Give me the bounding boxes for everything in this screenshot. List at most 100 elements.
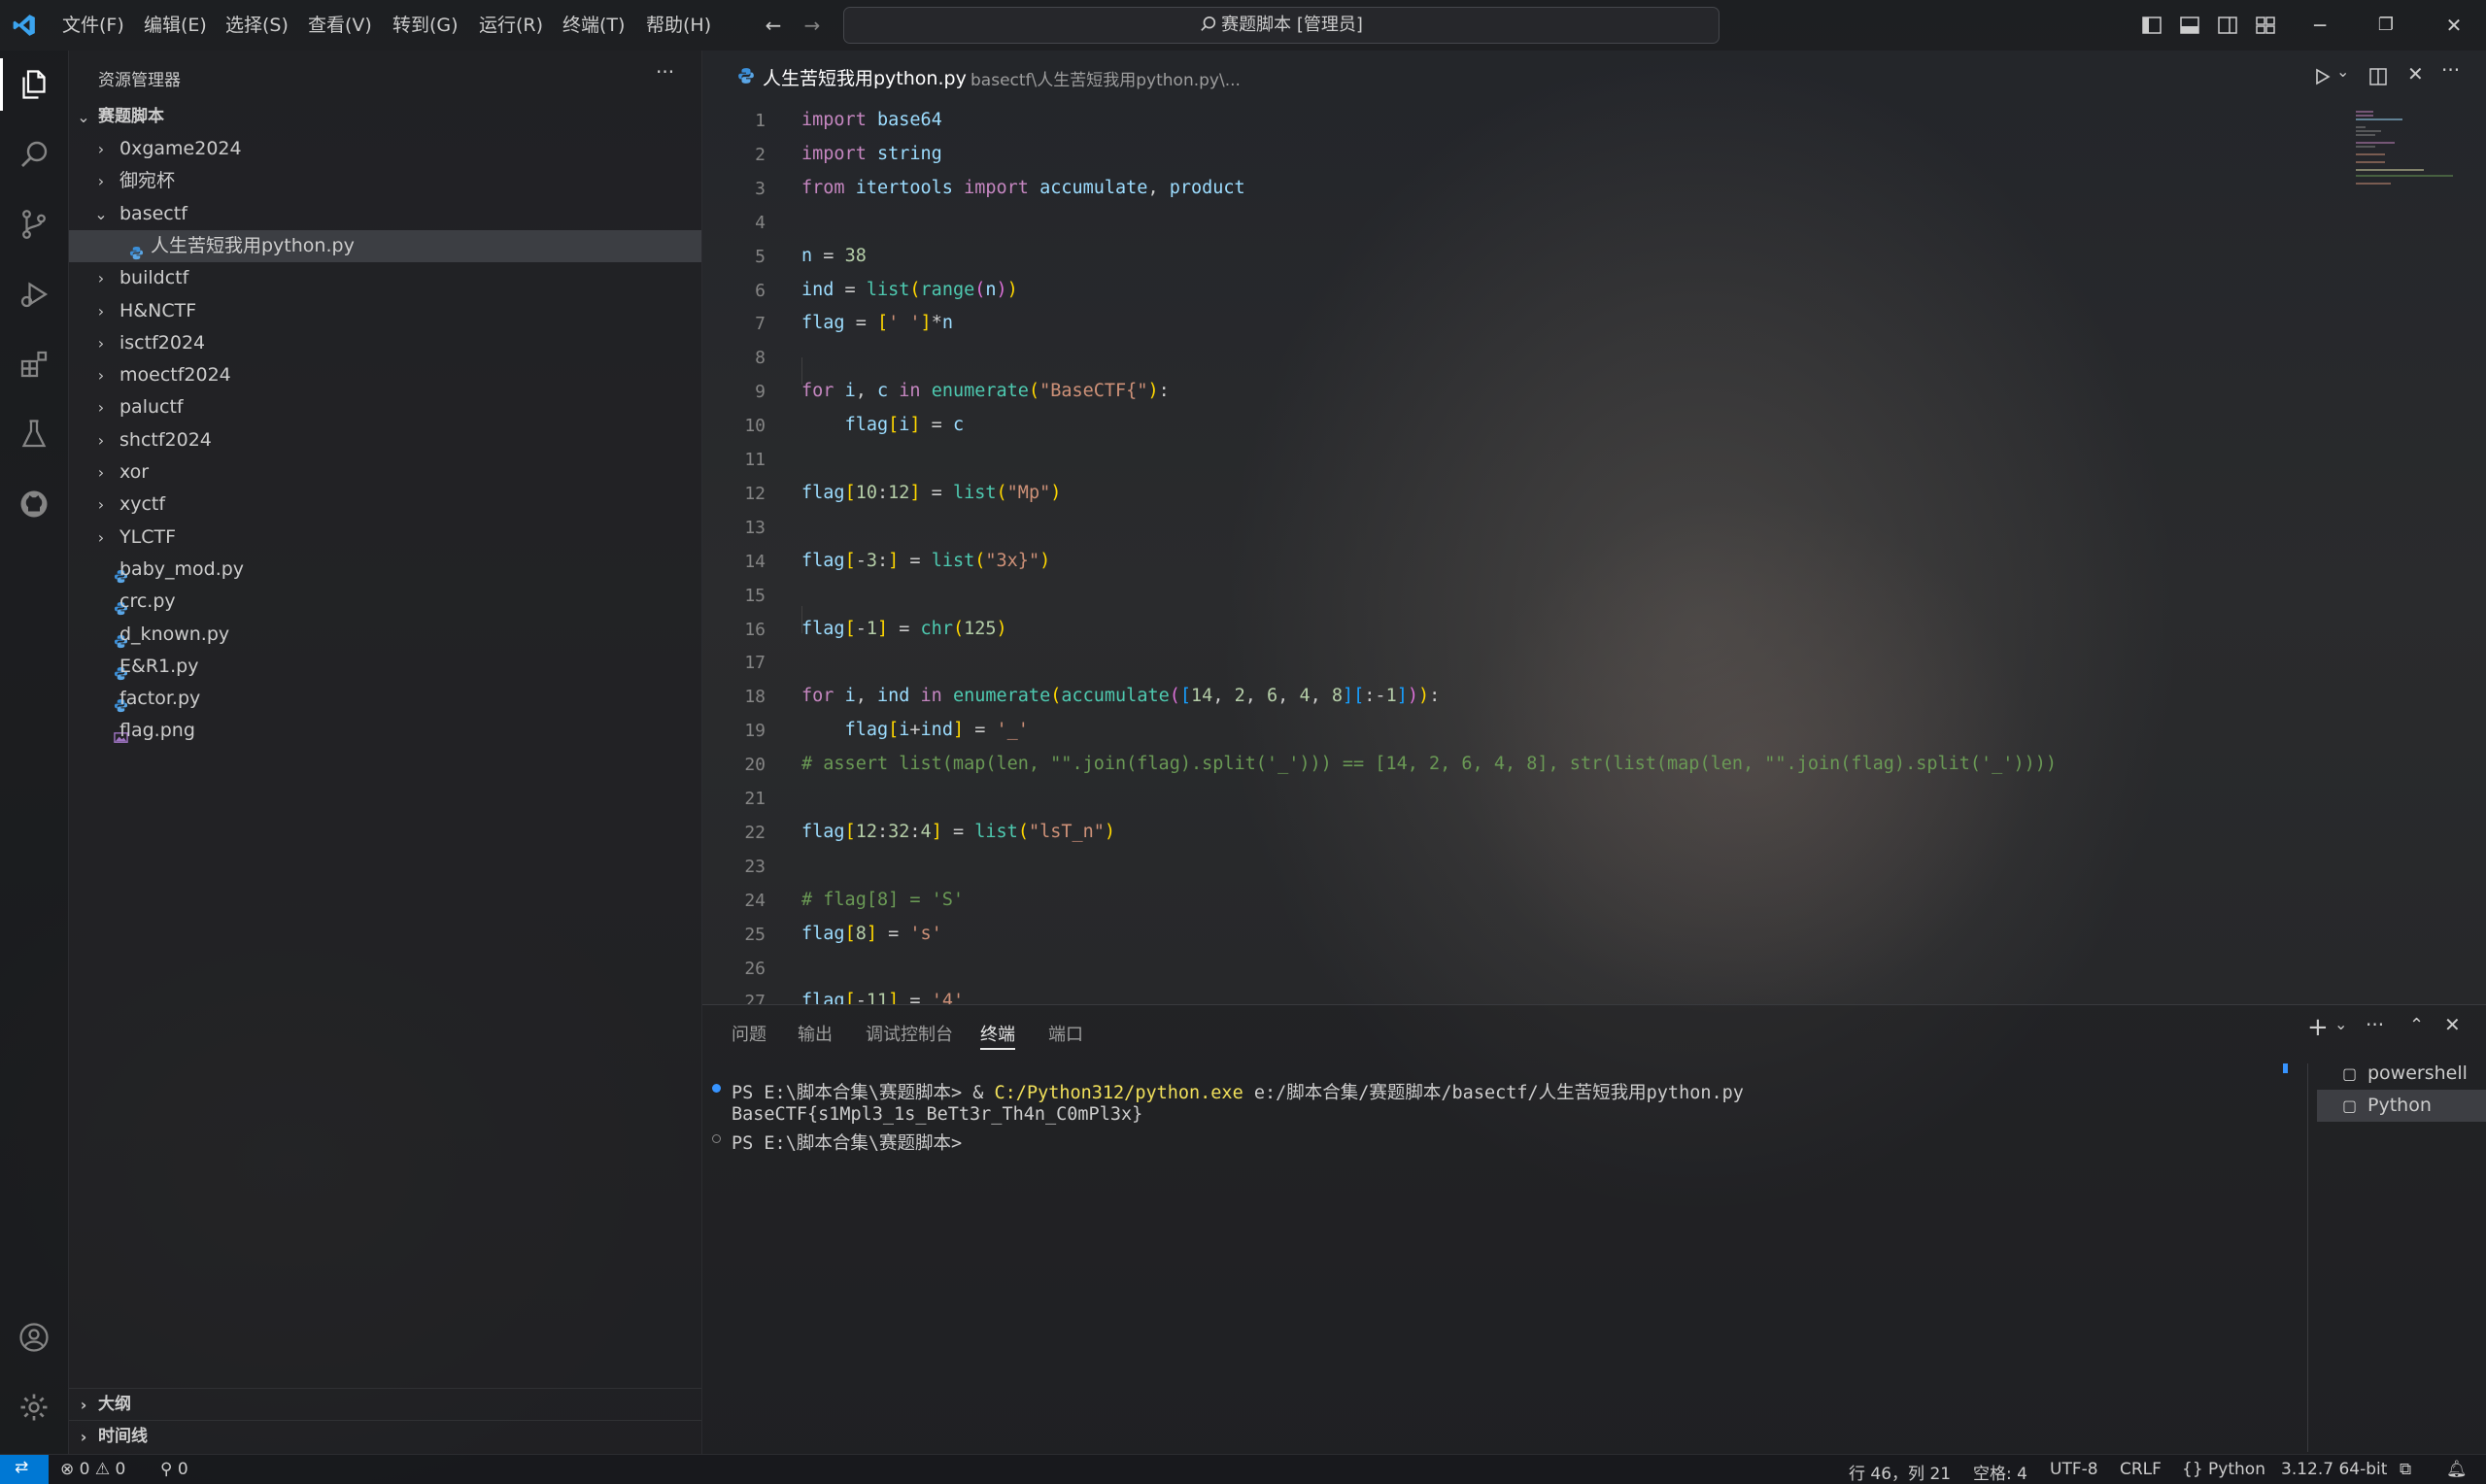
breadcrumb[interactable]: basectf\人生苦短我用python.py\... bbox=[971, 66, 1241, 90]
ports-indicator[interactable]: ⚲ 0 bbox=[160, 1460, 188, 1479]
python-interpreter[interactable]: 3.12.7 64-bit bbox=[2281, 1460, 2387, 1479]
tab-terminal[interactable]: 终端 bbox=[980, 1021, 1015, 1050]
tree-item-label: basectf bbox=[119, 202, 187, 224]
explorer-title: 资源管理器 bbox=[98, 71, 181, 90]
tree-folder[interactable]: › shctf2024 bbox=[69, 424, 701, 456]
remote-indicator[interactable]: ⇄ bbox=[0, 1455, 49, 1484]
chevron-right-icon: › bbox=[97, 366, 105, 386]
braces-icon: {} bbox=[2182, 1460, 2203, 1479]
menu-file[interactable]: 文件(F) bbox=[62, 12, 124, 39]
copilot-icon[interactable]: ⧉ bbox=[2400, 1460, 2411, 1479]
menu-selection[interactable]: 选择(S) bbox=[225, 12, 289, 39]
more-actions-icon[interactable]: ··· bbox=[656, 60, 674, 84]
close-tab-icon[interactable]: ✕ bbox=[2407, 62, 2424, 85]
toggle-secondary-sidebar-icon[interactable] bbox=[2217, 15, 2238, 36]
menu-go[interactable]: 转到(G) bbox=[392, 12, 459, 39]
run-dropdown-icon[interactable]: ⌄ bbox=[2336, 62, 2349, 81]
command-center-search[interactable]: 赛题脚本 [管理员] bbox=[843, 7, 1720, 44]
tree-file[interactable]: 人生苦短我用python.py bbox=[69, 229, 701, 262]
tree-folder[interactable]: › xyctf bbox=[69, 489, 701, 521]
outline-label: 大纲 bbox=[98, 1395, 131, 1414]
toggle-panel-icon[interactable] bbox=[2179, 15, 2200, 36]
github-activity[interactable] bbox=[0, 470, 68, 538]
encoding[interactable]: UTF-8 bbox=[2050, 1460, 2098, 1479]
forward-arrow-icon[interactable]: → bbox=[799, 12, 826, 39]
line-number: 8 bbox=[755, 348, 766, 369]
line-number: 6 bbox=[755, 280, 766, 301]
panel-more-icon[interactable]: ··· bbox=[2366, 1013, 2384, 1036]
menu-run[interactable]: 运行(R) bbox=[479, 12, 543, 39]
menu-edit[interactable]: 编辑(E) bbox=[144, 12, 207, 39]
tree-file[interactable]: flag.png bbox=[69, 715, 701, 747]
tree-folder[interactable]: › 御宛杯 bbox=[69, 165, 701, 197]
back-arrow-icon[interactable]: ← bbox=[760, 12, 787, 39]
code-editor[interactable]: 1 2 3 4 5 6 7 8 9 10 11 12 13 14 15 16 17 18 19 20 21 22 23 24 2… bbox=[702, 103, 2486, 1004]
menu-help[interactable]: 帮助(H) bbox=[646, 12, 711, 39]
timeline-section[interactable]: › 时间线 bbox=[69, 1420, 701, 1453]
tree-folder[interactable]: ⌄ basectf bbox=[69, 198, 701, 230]
tree-folder[interactable]: › YLCTF bbox=[69, 522, 701, 554]
maximize-panel-icon[interactable]: ⌃ bbox=[2409, 1015, 2424, 1035]
terminal-line-prompt[interactable]: PS E:\脚本合集\赛题脚本> bbox=[732, 1130, 972, 1155]
source-control-activity[interactable] bbox=[0, 190, 68, 258]
terminal-item-python[interactable]: ▢ Python bbox=[2317, 1090, 2486, 1122]
tab-ports[interactable]: 端口 bbox=[1048, 1021, 1083, 1046]
extensions-activity[interactable] bbox=[0, 330, 68, 398]
tree-item-label: xyctf bbox=[119, 493, 166, 516]
editor-more-icon[interactable]: ··· bbox=[2441, 58, 2460, 82]
tree-file[interactable]: baby_mod.py bbox=[69, 554, 701, 586]
new-terminal-icon[interactable]: + bbox=[2307, 1013, 2329, 1042]
tree-file[interactable]: d_known.py bbox=[69, 619, 701, 651]
code-line: ind = list(range(n)) bbox=[801, 279, 1018, 300]
close-window-icon[interactable]: ✕ bbox=[2440, 12, 2468, 39]
split-editor-icon[interactable] bbox=[2367, 66, 2389, 87]
tree-folder[interactable]: › paluctf bbox=[69, 391, 701, 423]
indentation[interactable]: 空格: 4 bbox=[1973, 1460, 2027, 1484]
tree-folder[interactable]: › moectf2024 bbox=[69, 359, 701, 391]
line-ending[interactable]: CRLF bbox=[2120, 1460, 2162, 1479]
line-number: 4 bbox=[755, 212, 766, 233]
tree-file[interactable]: crc.py bbox=[69, 586, 701, 618]
run-python-icon[interactable] bbox=[2311, 66, 2333, 87]
search-activity[interactable] bbox=[0, 120, 68, 188]
tab-output[interactable]: 输出 bbox=[798, 1021, 833, 1046]
tab-active-file[interactable]: 人生苦短我用python.py bbox=[763, 64, 967, 90]
minimize-icon[interactable]: ─ bbox=[2306, 12, 2333, 39]
tree-file[interactable]: E&R1.py bbox=[69, 651, 701, 683]
close-panel-icon[interactable]: ✕ bbox=[2444, 1013, 2461, 1036]
tab-problems[interactable]: 问题 bbox=[732, 1021, 766, 1046]
tree-folder[interactable]: › H&NCTF bbox=[69, 295, 701, 327]
activity-bar bbox=[0, 51, 69, 1454]
testing-activity[interactable] bbox=[0, 400, 68, 468]
terminal-python-exe: C:/Python312/python.exe bbox=[994, 1083, 1243, 1103]
tab-debug-console[interactable]: 调试控制台 bbox=[866, 1021, 953, 1046]
accounts-activity[interactable] bbox=[0, 1303, 68, 1371]
workspace-root[interactable]: ⌄ 赛题脚本 bbox=[69, 101, 701, 133]
line-number: 3 bbox=[755, 178, 766, 199]
command-center-label: 赛题脚本 [管理员] bbox=[1221, 15, 1363, 35]
tree-folder[interactable]: › 0xgame2024 bbox=[69, 133, 701, 165]
terminal-dropdown-icon[interactable]: ⌄ bbox=[2334, 1015, 2347, 1033]
tree-folder[interactable]: › isctf2024 bbox=[69, 327, 701, 359]
toggle-primary-sidebar-icon[interactable] bbox=[2141, 15, 2162, 36]
cursor-position[interactable]: 行 46，列 21 bbox=[1849, 1460, 1951, 1484]
run-debug-activity[interactable] bbox=[0, 260, 68, 328]
customize-layout-icon[interactable] bbox=[2255, 15, 2276, 36]
language-mode[interactable]: {} Python bbox=[2182, 1460, 2265, 1479]
notifications-bell-icon[interactable]: 🔔︎ bbox=[2446, 1460, 2468, 1479]
search-icon bbox=[1201, 16, 1216, 31]
errors-indicator[interactable]: ⊗ 0 ⚠ 0 bbox=[60, 1460, 125, 1479]
minimap[interactable] bbox=[2356, 109, 2463, 202]
menu-terminal[interactable]: 终端(T) bbox=[562, 12, 625, 39]
terminal-item-powershell[interactable]: ▢ powershell bbox=[2317, 1058, 2486, 1090]
manage-activity[interactable] bbox=[0, 1373, 68, 1441]
line-number: 9 bbox=[755, 382, 766, 403]
tree-item-label: baby_mod.py bbox=[119, 557, 245, 580]
restore-window-icon[interactable]: ❐ bbox=[2372, 12, 2400, 39]
explorer-activity[interactable] bbox=[0, 51, 68, 118]
tree-folder[interactable]: › xor bbox=[69, 456, 701, 489]
outline-section[interactable]: › 大纲 bbox=[69, 1388, 701, 1421]
menu-view[interactable]: 查看(V) bbox=[308, 12, 372, 39]
tree-file[interactable]: factor.py bbox=[69, 683, 701, 715]
tree-folder[interactable]: › buildctf bbox=[69, 262, 701, 294]
